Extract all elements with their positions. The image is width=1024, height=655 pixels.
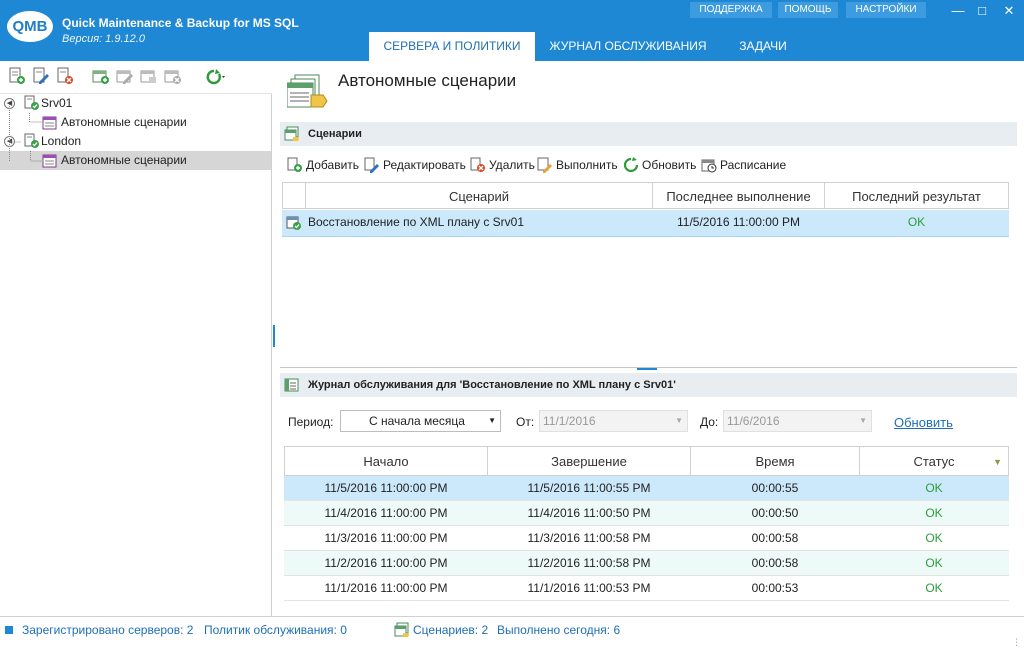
schedule-icon (701, 159, 717, 173)
journal-icon (284, 378, 299, 392)
support-button[interactable]: ПОДДЕРЖКА (690, 2, 772, 18)
journal-row[interactable]: 11/1/2016 11:00:00 PM 11/1/2016 11:00:53… (284, 576, 1009, 601)
add-icon (287, 157, 302, 172)
add-server-icon[interactable] (8, 67, 26, 85)
journal-header-label: Журнал обслуживания для 'Восстановление … (308, 379, 676, 391)
delete-policy-icon[interactable] (164, 67, 182, 85)
title-bar: QMB Quick Maintenance & Backup for MS SQ… (0, 0, 1024, 61)
status-servers[interactable]: Зарегистрировано серверов: 2 (22, 617, 193, 643)
app-title: Quick Maintenance & Backup for MS SQL (62, 16, 299, 30)
status-done-today[interactable]: Выполнено сегодня: 6 (497, 617, 620, 643)
journal-row[interactable]: 11/4/2016 11:00:00 PM 11/4/2016 11:00:50… (284, 501, 1009, 526)
scenario-ok-icon (286, 216, 301, 230)
grid-corner (282, 182, 306, 209)
scenario-result: OK (907, 215, 926, 229)
status-policies[interactable]: Политик обслуживания: 0 (204, 617, 347, 643)
col-header-last-result[interactable]: Последний результат (824, 182, 1009, 209)
server-tree: ◀ Srv01 Автономные сценарии ◀ London Авт… (0, 94, 272, 616)
journal-header: Журнал обслуживания для 'Восстановление … (280, 373, 1017, 397)
to-date-field[interactable]: 11/6/2016 ▼ (723, 410, 872, 432)
splitter-handle-left[interactable] (273, 325, 275, 347)
status-indicator (5, 626, 13, 634)
scenario-last-run: 11/5/2016 11:00:00 PM (677, 215, 800, 229)
tab-tasks[interactable]: ЗАДАЧИ (724, 32, 802, 61)
settings-button[interactable]: НАСТРОЙКИ (846, 2, 926, 18)
help-button[interactable]: ПОМОЩЬ (778, 2, 838, 18)
refresh-journal-link[interactable]: Обновить (894, 415, 953, 430)
tab-servers-policies[interactable]: СЕРВЕРА И ПОЛИТИКИ (369, 32, 535, 61)
app-version: Версия: 1.9.12.0 (62, 33, 145, 45)
chevron-down-icon: ▼ (488, 416, 496, 425)
col-header-scenario[interactable]: Сценарий (305, 182, 653, 209)
chevron-down-icon: ▼ (675, 416, 683, 425)
scenario-row[interactable]: Восстановление по XML плану с Srv01 11/5… (282, 210, 1009, 237)
app-logo: QMB (7, 11, 53, 42)
status-scenarios[interactable]: Сценариев: 2 (413, 617, 488, 643)
journal-grid: Начало Завершение Время Статус ▼ 11/5/20… (284, 446, 1009, 601)
status-bar: Зарегистрировано серверов: 2 Политик обс… (0, 616, 1024, 647)
scenarios-section-icon (284, 126, 299, 141)
period-label: Период: (288, 415, 334, 429)
edit-server-icon[interactable] (32, 67, 50, 85)
page-title: Автономные сценарии (338, 71, 517, 90)
tree-lines (9, 104, 44, 162)
tree-label: Автономные сценарии (61, 153, 187, 167)
col-header-start[interactable]: Начало (284, 446, 488, 476)
journal-row[interactable]: 11/5/2016 11:00:00 PM 11/5/2016 11:00:55… (284, 476, 1009, 501)
scenarios-grid: Сценарий Последнее выполнение Последний … (282, 182, 1009, 237)
delete-server-icon[interactable] (56, 67, 74, 85)
to-label: До: (700, 415, 719, 429)
main-panel: Автономные сценарии Сценарии Добавить Ре… (273, 61, 1024, 616)
refresh-icon (623, 157, 639, 173)
refresh-dropdown-icon[interactable] (200, 67, 228, 85)
tab-maintenance-log[interactable]: ЖУРНАЛ ОБСЛУЖИВАНИЯ (540, 32, 716, 61)
maximize-icon[interactable]: □ (970, 2, 994, 20)
run-icon (537, 157, 552, 173)
scenarios-status-icon (394, 622, 409, 637)
journal-row[interactable]: 11/3/2016 11:00:00 PM 11/3/2016 11:00:58… (284, 526, 1009, 551)
scenarios-header-label: Сценарии (308, 128, 362, 140)
scenarios-header: Сценарии (280, 122, 1017, 146)
resize-grip-icon[interactable]: ⋮ (1012, 629, 1021, 655)
edit-policy-icon[interactable] (116, 67, 134, 85)
scenario-name: Восстановление по XML плану с Srv01 (308, 215, 525, 229)
add-policy-icon[interactable] (92, 67, 110, 85)
delete-icon (470, 157, 485, 172)
scenarios-large-icon (287, 74, 328, 108)
splitter-handle[interactable] (637, 368, 657, 370)
copy-policy-icon[interactable] (140, 67, 158, 85)
journal-row[interactable]: 11/2/2016 11:00:00 PM 11/2/2016 11:00:58… (284, 551, 1009, 576)
col-header-status[interactable]: Статус ▼ (859, 446, 1009, 476)
edit-icon (364, 157, 379, 173)
col-header-time[interactable]: Время (690, 446, 860, 476)
close-icon[interactable]: ✕ (997, 2, 1021, 20)
period-select[interactable]: С начала месяца ▼ (340, 410, 501, 432)
tree-label: Автономные сценарии (61, 115, 187, 129)
chevron-down-icon: ▼ (859, 416, 867, 425)
minimize-icon[interactable]: — (946, 2, 970, 20)
from-date-field[interactable]: 11/1/2016 ▼ (539, 410, 688, 432)
filter-icon[interactable]: ▼ (993, 447, 1002, 477)
col-header-end[interactable]: Завершение (487, 446, 691, 476)
from-label: От: (516, 415, 535, 429)
col-header-last-run[interactable]: Последнее выполнение (652, 182, 825, 209)
